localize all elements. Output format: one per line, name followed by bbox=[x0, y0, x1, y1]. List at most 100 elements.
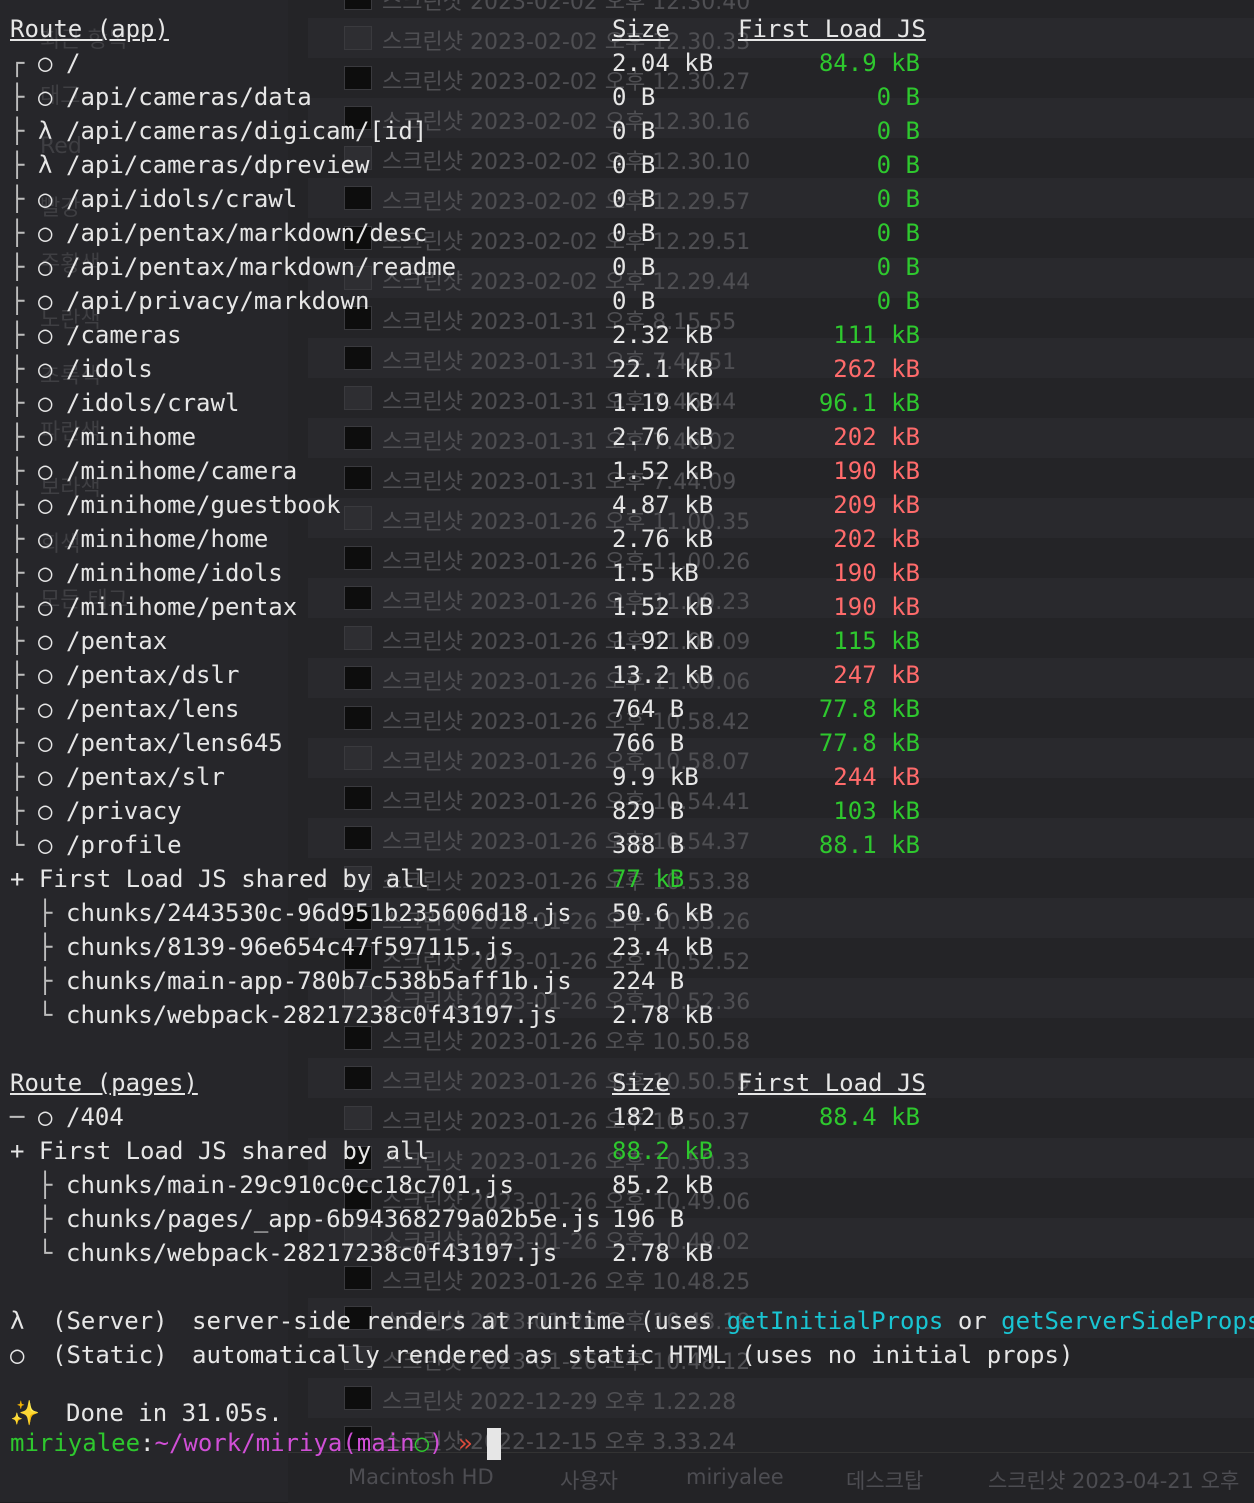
route-first-load: 0 B bbox=[876, 151, 920, 179]
route-row: ├ ○ /minihome/pentax 1.52 kB 190 kB bbox=[10, 590, 1250, 624]
shared-size: 77 kB bbox=[612, 865, 685, 893]
chunk-size: 2.78 kB bbox=[612, 1001, 714, 1029]
route-first-load: 0 B bbox=[876, 83, 920, 111]
route-size: 13.2 kB bbox=[612, 661, 714, 689]
chunk-row: ├ chunks/main-app-780b7c538b5aff1b.js 224 … bbox=[10, 964, 1250, 998]
legend-label: (Static) bbox=[52, 1341, 168, 1369]
chunk-name: chunks/webpack-28217238c0f43197.js bbox=[66, 1001, 558, 1029]
done-line: ✨ Done in 31.05s. bbox=[10, 1396, 1250, 1430]
chunk-row: ├ chunks/pages/_app-6b94368279a02b5e.js 19… bbox=[10, 1202, 1250, 1236]
route-path: /privacy bbox=[66, 797, 182, 825]
static-route-icon: ○ bbox=[38, 389, 53, 417]
chunk-row: ├ chunks/main-29c910c0cc18c701.js 85.2 kB bbox=[10, 1168, 1250, 1202]
route-first-load: 0 B bbox=[876, 185, 920, 213]
route-path: / bbox=[66, 49, 81, 77]
tree-connector: ├ bbox=[10, 729, 25, 757]
tree-connector: ├ bbox=[10, 185, 25, 213]
route-row: ├ ○ /pentax/lens645 766 B 77.8 kB bbox=[10, 726, 1250, 760]
chunk-size: 2.78 kB bbox=[612, 1239, 714, 1267]
size-column-header: Size bbox=[612, 1069, 670, 1097]
route-row: ├ ○ /privacy 829 B 103 kB bbox=[10, 794, 1250, 828]
route-path: /minihome/guestbook bbox=[66, 491, 341, 519]
route-size: 182 B bbox=[612, 1103, 685, 1131]
static-route-icon: ○ bbox=[38, 797, 53, 825]
route-first-load: 202 kB bbox=[833, 525, 920, 553]
server-route-icon: λ bbox=[38, 117, 53, 145]
route-row: ├ λ/api/cameras/digicam/[id] 0 B 0 B bbox=[10, 114, 1250, 148]
prompt-gap bbox=[444, 1429, 458, 1457]
route-path: /api/pentax/markdown/readme bbox=[66, 253, 457, 281]
static-route-icon: ○ bbox=[38, 83, 53, 111]
fn-getserversideprops: getServerSideProps bbox=[1001, 1307, 1254, 1335]
route-row: └ ○ /profile 388 B 88.1 kB bbox=[10, 828, 1250, 862]
route-size: 0 B bbox=[612, 287, 656, 315]
route-path: /minihome/idols bbox=[66, 559, 283, 587]
chunk-name: chunks/webpack-28217238c0f43197.js bbox=[66, 1239, 558, 1267]
tree-connector: ├ bbox=[10, 593, 25, 621]
route-first-load: 0 B bbox=[876, 219, 920, 247]
tree-connector: ├ bbox=[10, 253, 25, 281]
route-path: /api/pentax/markdown/desc bbox=[66, 219, 428, 247]
tree-connector: ├ bbox=[10, 355, 25, 383]
tree-connector: ├ bbox=[10, 423, 25, 451]
route-path: /minihome/camera bbox=[66, 457, 298, 485]
section-header: Route (app) Size First Load JS bbox=[10, 12, 1250, 46]
static-route-icon: ○ bbox=[38, 525, 53, 553]
chunk-size: 85.2 kB bbox=[612, 1171, 714, 1199]
tree-connector: └ bbox=[38, 1239, 53, 1267]
terminal-cursor[interactable] bbox=[486, 1428, 501, 1461]
prompt-arrow-icon: » bbox=[457, 1429, 473, 1458]
route-path: /minihome/pentax bbox=[66, 593, 298, 621]
route-row: ├ ○ /minihome 2.76 kB 202 kB bbox=[10, 420, 1250, 454]
legend-description: server-side renders at runtime (uses get… bbox=[192, 1304, 1254, 1338]
shared-row: + First Load JS shared by all 88.2 kB bbox=[10, 1134, 1250, 1168]
route-path: /pentax/slr bbox=[66, 763, 225, 791]
route-first-load: 111 kB bbox=[833, 321, 920, 349]
route-first-load: 190 kB bbox=[833, 457, 920, 485]
tree-connector: ├ bbox=[10, 151, 25, 179]
server-route-icon: λ bbox=[38, 151, 53, 179]
static-route-icon: ○ bbox=[38, 1103, 53, 1131]
prompt-text: miriyalee:~/work/miriya(main○) » bbox=[10, 1426, 501, 1461]
static-route-icon: ○ bbox=[38, 559, 53, 587]
route-row: ├ ○ /idols/crawl 1.19 kB 96.1 kB bbox=[10, 386, 1250, 420]
route-size: 0 B bbox=[612, 219, 656, 247]
tree-connector: ├ bbox=[10, 695, 25, 723]
route-path: /cameras bbox=[66, 321, 182, 349]
route-path: /pentax bbox=[66, 627, 168, 655]
chunk-size: 196 B bbox=[612, 1205, 685, 1233]
chunk-size: 224 B bbox=[612, 967, 685, 995]
route-size: 9.9 kB bbox=[612, 763, 699, 791]
route-first-load: 202 kB bbox=[833, 423, 920, 451]
shell-prompt[interactable]: miriyalee:~/work/miriya(main○) » bbox=[10, 1426, 1250, 1461]
static-route-icon: ○ bbox=[38, 287, 53, 315]
chunk-row: └ chunks/webpack-28217238c0f43197.js 2.78 … bbox=[10, 998, 1250, 1032]
route-row: ├ ○ /api/idols/crawl 0 B 0 B bbox=[10, 182, 1250, 216]
chunk-name: chunks/main-29c910c0cc18c701.js bbox=[66, 1171, 514, 1199]
prompt-branch-close: ) bbox=[429, 1429, 444, 1458]
route-first-load: 262 kB bbox=[833, 355, 920, 383]
route-size: 2.32 kB bbox=[612, 321, 714, 349]
route-path: /pentax/lens bbox=[66, 695, 240, 723]
chunk-row: ├ chunks/8139-96e654c47f597115.js 23.4 kB bbox=[10, 930, 1250, 964]
fn-getinitialprops: getInitialProps bbox=[726, 1307, 944, 1335]
route-path: /profile bbox=[66, 831, 182, 859]
prompt-branch: main bbox=[356, 1429, 415, 1458]
route-first-load: 0 B bbox=[876, 253, 920, 281]
first-load-column-header: First Load JS bbox=[738, 15, 926, 43]
prompt-user: miriyalee bbox=[10, 1429, 141, 1458]
static-route-icon: ○ bbox=[38, 423, 53, 451]
tree-connector: ├ bbox=[38, 967, 53, 995]
shared-row: + First Load JS shared by all 77 kB bbox=[10, 862, 1250, 896]
static-route-icon: ○ bbox=[38, 593, 53, 621]
shared-label: + First Load JS shared by all bbox=[10, 865, 430, 893]
tree-connector: ├ bbox=[10, 287, 25, 315]
route-size: 764 B bbox=[612, 695, 685, 723]
legend-label: (Server) bbox=[52, 1307, 168, 1335]
route-first-load: 209 kB bbox=[833, 491, 920, 519]
tree-connector: └ bbox=[38, 1001, 53, 1029]
tree-connector: ├ bbox=[38, 1171, 53, 1199]
shared-label: + First Load JS shared by all bbox=[10, 1137, 430, 1165]
tree-connector: ├ bbox=[38, 1205, 53, 1233]
tree-connector: ├ bbox=[10, 389, 25, 417]
